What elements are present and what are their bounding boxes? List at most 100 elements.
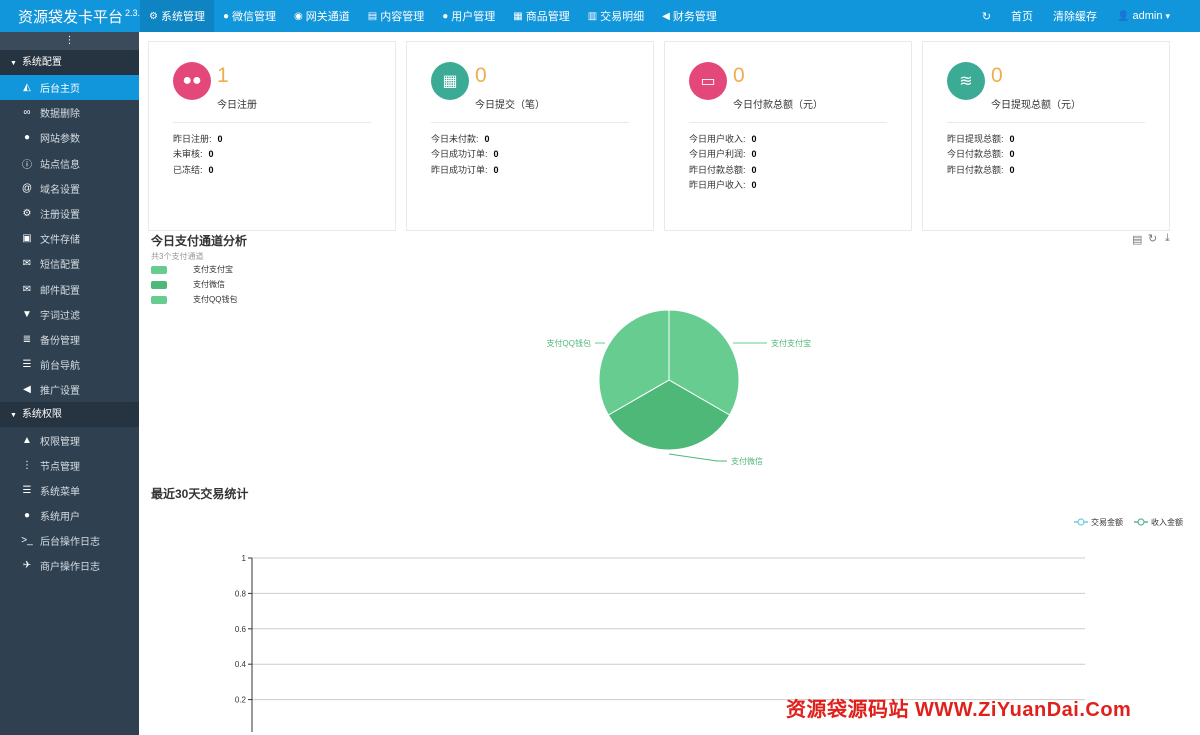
sidebar-item-label: 备份管理 [40, 335, 80, 347]
sidebar-item-label: 系统菜单 [40, 486, 80, 498]
stat-value: 0 [751, 179, 757, 190]
sidebar-item[interactable]: ▲ 权限管理 [0, 427, 139, 452]
brand-name: 资源袋发卡平台 [18, 8, 124, 26]
card-stats: 今日未付款: 0 今日成功订单: 0 昨日成功订单: 0 [431, 132, 499, 178]
nav-item-label: 交易明细 [600, 11, 645, 23]
card-label: 今日付款总额（元） [733, 100, 823, 111]
line-legend-item[interactable]: 收入金额 [1134, 517, 1183, 527]
apple-icon: ● [23, 132, 31, 144]
legend-label: 交易金额 [1091, 517, 1123, 527]
main-content: ●● 1 今日注册 昨日注册: 0 未审核: 0 已冻结: 0 ▦ 0 今日提交（笔） 今… [139, 32, 1200, 735]
line-legend-item[interactable]: 交易金额 [1074, 517, 1123, 527]
data-view-icon[interactable]: ▤ [1132, 233, 1142, 246]
stat-value: 0 [208, 149, 214, 160]
y-tick-label: 0.8 [235, 589, 247, 598]
stat-label: 今日付款总额: [947, 149, 1004, 160]
clear-cache-link[interactable]: 清除缓存 [1043, 0, 1107, 32]
stat-value: 0 [1009, 134, 1015, 144]
card-divider [431, 122, 629, 123]
sidebar-group-title[interactable]: ▼ 系统权限 [0, 402, 139, 428]
sidebar-item[interactable]: ⓘ 站点信息 [0, 151, 139, 176]
nav-item[interactable]: ● 微信管理 [214, 0, 285, 32]
nav-item[interactable]: ● 用户管理 [433, 0, 504, 32]
pie-label: 支付微信 [731, 456, 763, 466]
legend-marker [1077, 518, 1085, 526]
nav-item[interactable]: ▥ 交易明细 [579, 0, 653, 32]
sidebar-item[interactable]: ✈ 商户操作日志 [0, 553, 139, 578]
brand-logo[interactable]: 资源袋发卡平台 2.3.8 [0, 6, 145, 27]
sidebar-item[interactable]: ✉ 短信配置 [0, 251, 139, 276]
sidebar-item-label: 推广设置 [40, 386, 80, 398]
sidebar-item[interactable]: >_ 后台操作日志 [0, 528, 139, 553]
nav-item-label: 用户管理 [451, 11, 496, 23]
sidebar-item[interactable]: ▼ 字词过滤 [0, 302, 139, 327]
sidebar-item-label: 前台导航 [40, 361, 80, 373]
sidebar-item[interactable]: ● 网站参数 [0, 125, 139, 150]
sidebar-item[interactable]: ⚙ 注册设置 [0, 201, 139, 226]
sidebar-item-label: 域名设置 [40, 184, 80, 196]
nav-item[interactable]: ▦ 商品管理 [504, 0, 578, 32]
stat-row: 今日未付款: 0 [431, 132, 499, 147]
stat-label: 昨日提现总额: [947, 134, 1004, 144]
download-icon[interactable]: ⤓ [1165, 232, 1170, 245]
list-icon: ☰ [22, 484, 32, 496]
card-icon-glyph: ▦ [442, 73, 458, 90]
stat-value: 0 [751, 164, 757, 175]
sidebar-item[interactable]: ◭ 后台主页 [0, 75, 139, 101]
stat-value: 0 [1009, 149, 1015, 160]
stat-row: 今日用户收入: 0 [689, 132, 757, 147]
sidebar-item-label: 后台主页 [40, 84, 80, 96]
nav-item-label: 微信管理 [232, 11, 277, 23]
stat-row: 昨日提现总额: 0 [947, 132, 1015, 147]
sidebar-item[interactable]: ⋮ 节点管理 [0, 453, 139, 478]
sidebar-toggle[interactable]: ⋮ [0, 32, 139, 50]
sidebar-item[interactable]: ☰ 前台导航 [0, 352, 139, 377]
legend-label: 支付支付宝 [193, 265, 233, 274]
nav-item[interactable]: ◉ 网关通道 [285, 0, 359, 32]
sidebar-item[interactable]: ✉ 邮件配置 [0, 277, 139, 302]
lock-icon: ▲ [22, 434, 32, 446]
legend-marker [1137, 518, 1145, 526]
nav-item[interactable]: ⚙ 系统管理 [140, 0, 214, 32]
stat-label: 昨日注册: [173, 134, 212, 144]
ellipsis-icon: ⋮ [64, 35, 75, 46]
stat-value: 0 [484, 134, 490, 144]
link-icon: ∞ [23, 107, 31, 119]
stat-label: 昨日付款总额: [689, 164, 746, 175]
stat-card: ▦ 0 今日提交（笔） 今日未付款: 0 今日成功订单: 0 昨日成功订单: 0 [406, 41, 654, 231]
sidebar-item-label: 权限管理 [40, 436, 80, 448]
card-label: 今日注册 [217, 100, 257, 111]
users-icon: ●● [173, 62, 211, 100]
bar-chart-icon: ▥ [587, 10, 598, 22]
stat-row: 昨日注册: 0 [173, 132, 223, 147]
sidebar-item[interactable]: ☰ 系统菜单 [0, 478, 139, 503]
sidebar-item-label: 节点管理 [40, 461, 80, 473]
stat-row: 昨日付款总额: 0 [947, 163, 1015, 178]
refresh-button[interactable]: ↻ [972, 0, 1001, 32]
sidebar-item[interactable]: ▣ 文件存储 [0, 226, 139, 251]
sidebar-item[interactable]: ◀ 推广设置 [0, 377, 139, 402]
gear-icon: ⚙ [149, 10, 158, 22]
stat-label: 今日未付款: [431, 134, 479, 144]
legend-item[interactable]: 支付支付宝 [151, 264, 233, 275]
nav-item[interactable]: ▤ 内容管理 [359, 0, 433, 32]
top-navbar: 资源袋发卡平台 2.3.8 ⚙ 系统管理 ● 微信管理 ◉ 网关通道 ▤ 内容管理 ● 用户管理 ▦ 商… [0, 0, 1200, 32]
sidebar-item[interactable]: @ 域名设置 [0, 176, 139, 201]
card-icon-glyph: ≋ [959, 73, 973, 90]
stat-row: 昨日用户收入: 0 [689, 178, 757, 193]
sidebar-item[interactable]: ∞ 数据删除 [0, 100, 139, 125]
nav-item[interactable]: ◀ 财务管理 [653, 0, 726, 32]
stat-value: 0 [1009, 164, 1015, 175]
sidebar-item-label: 后台操作日志 [40, 537, 100, 549]
restore-icon[interactable]: ↻ [1148, 232, 1157, 245]
area-chart-icon: ◭ [23, 82, 31, 94]
stat-row: 今日用户利润: 0 [689, 147, 757, 162]
user-menu[interactable]: 👤 admin ▾ [1107, 0, 1180, 32]
home-link[interactable]: 首页 [1001, 0, 1043, 32]
sidebar-item-label: 字词过滤 [40, 310, 80, 322]
sidebar-group-title[interactable]: ▼ 系统配置 [0, 50, 139, 75]
sidebar-item[interactable]: ● 系统用户 [0, 503, 139, 528]
stat-card: ▭ 0 今日付款总额（元） 今日用户收入: 0 今日用户利润: 0 昨日付款总额: 0 昨日… [664, 41, 912, 231]
sidebar-item[interactable]: ≣ 备份管理 [0, 327, 139, 352]
sidebar-item-label: 商户操作日志 [40, 562, 100, 574]
